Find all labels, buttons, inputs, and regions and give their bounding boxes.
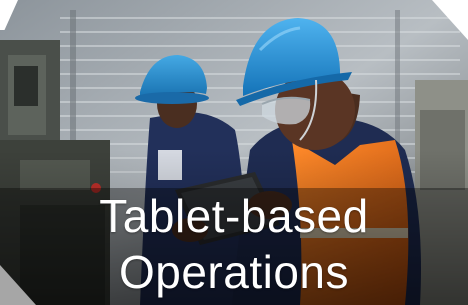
feature-card[interactable]: Tablet-based Operations	[0, 0, 468, 305]
corner-bracket-top-right	[432, 0, 468, 40]
card-title: Tablet-based Operations	[0, 188, 468, 300]
card-title-line-2: Operations	[118, 246, 349, 298]
card-title-line-1: Tablet-based	[99, 190, 369, 242]
corner-bracket-top-left	[0, 0, 18, 30]
